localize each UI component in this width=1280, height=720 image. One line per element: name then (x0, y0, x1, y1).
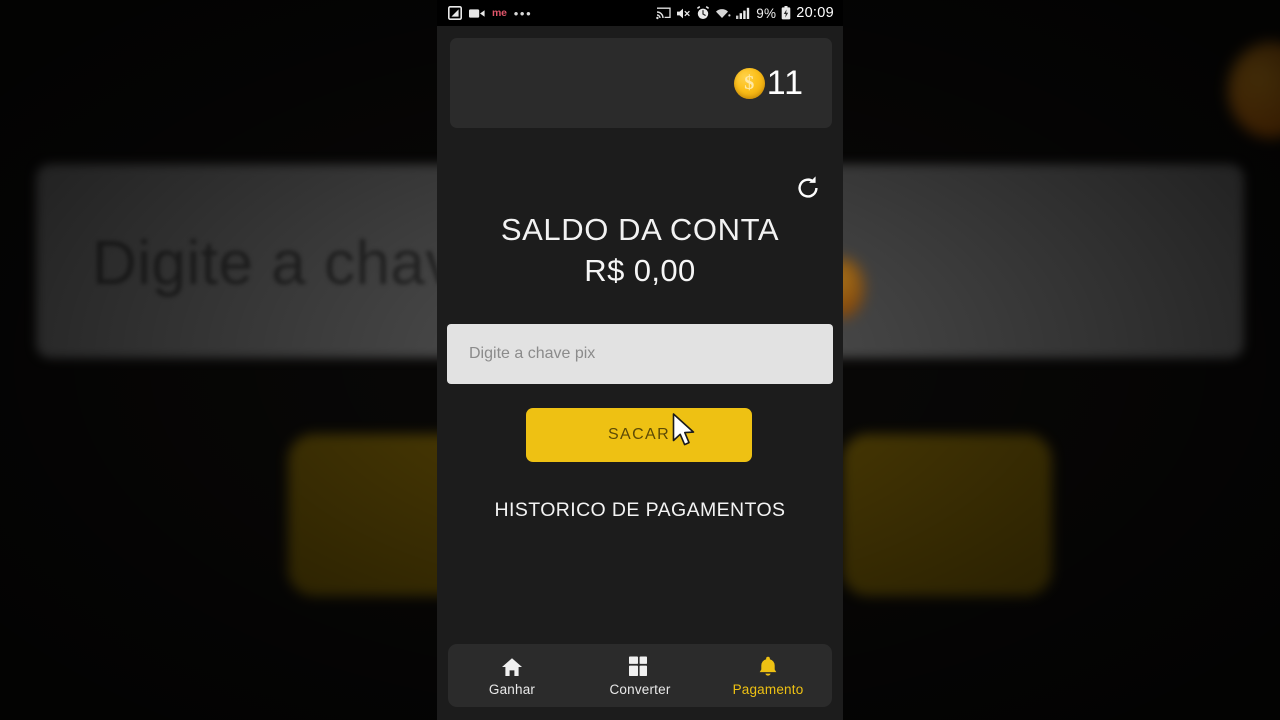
nav-label-ganhar: Ganhar (488, 681, 536, 697)
coin-count-label: 11 (766, 64, 804, 102)
recorder-label: me (492, 7, 507, 19)
payment-history-link[interactable]: HISTORICO DE PAGAMENTOS (437, 499, 843, 522)
nav-item-pagamento[interactable]: Pagamento (704, 644, 832, 707)
cell-signal-icon (736, 7, 751, 19)
balance-block: SALDO DA CONTA R$ 0,00 (437, 212, 843, 289)
coin-balance-group: $ 11 (733, 64, 804, 102)
wifi-icon (715, 7, 731, 19)
screenshot-icon (448, 6, 462, 20)
battery-percent-label: 9% (756, 5, 777, 21)
coin-balance-card[interactable]: $ 11 (450, 38, 832, 128)
cast-icon (656, 7, 671, 20)
pix-key-input[interactable] (447, 324, 833, 384)
nav-item-converter[interactable]: Converter (576, 644, 704, 707)
status-bar: me ••• 9% 20:09 (437, 0, 843, 26)
alarm-icon (696, 6, 710, 20)
balance-title: SALDO DA CONTA (500, 212, 780, 247)
nav-label-converter: Converter (609, 681, 671, 697)
app-content: $ 11 SALDO DA CONTA R$ 0,00 SACAR (437, 26, 843, 720)
withdraw-button[interactable]: SACAR (526, 408, 752, 462)
bell-icon (758, 655, 778, 677)
bottom-navigation: Ganhar Converter Pagamento (448, 644, 832, 707)
status-overflow-dots: ••• (513, 5, 533, 21)
screen-capture: Digite a chave (0, 0, 1280, 720)
status-bar-right: 9% 20:09 (656, 5, 834, 21)
status-bar-left: me ••• (448, 6, 532, 20)
home-icon (501, 655, 523, 677)
clock-label: 20:09 (796, 5, 834, 21)
nav-item-ganhar[interactable]: Ganhar (448, 644, 576, 707)
phone-screen: me ••• 9% 20:09 $ 11 SALDO DA CONTA R$ 0… (437, 0, 843, 720)
battery-charging-icon (781, 6, 791, 20)
dashboard-icon (629, 655, 651, 677)
nav-label-pagamento: Pagamento (732, 681, 804, 697)
refresh-icon[interactable] (793, 173, 823, 203)
balance-amount: R$ 0,00 (584, 253, 696, 288)
volume-mute-icon (676, 7, 691, 20)
screen-recorder-icon (469, 8, 485, 19)
gold-coin-icon: $ (733, 67, 765, 99)
